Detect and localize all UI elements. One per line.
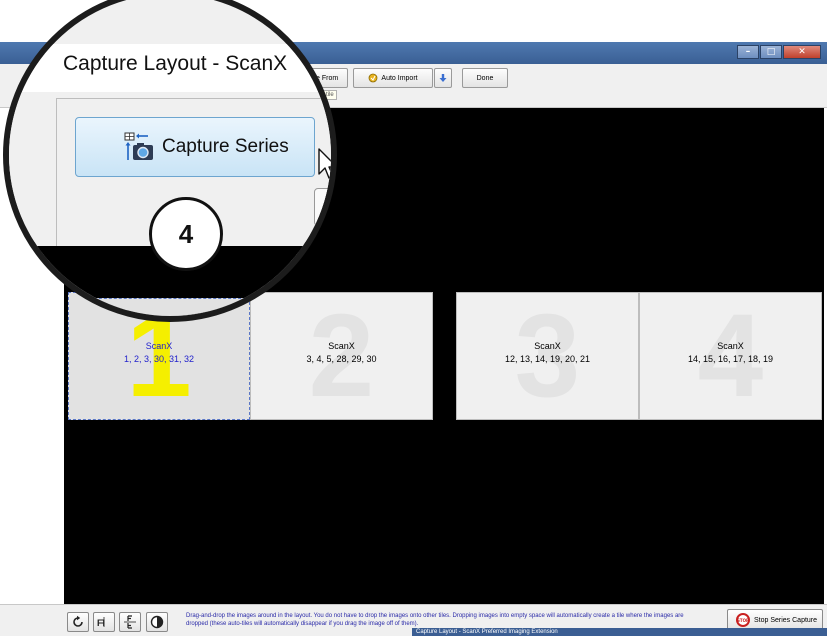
tile-name: ScanX — [145, 341, 173, 351]
done-button[interactable]: Done — [462, 68, 508, 88]
done-label: Done — [476, 74, 494, 82]
auto-import-dropdown-button[interactable] — [434, 68, 452, 88]
flip-horizontal-icon: F F — [97, 617, 105, 628]
tile-3[interactable]: 3 ScanX 12, 13, 14, 19, 20, 21 — [456, 292, 639, 420]
tile-name: ScanX — [534, 341, 561, 351]
invert-button[interactable] — [146, 612, 168, 632]
tile-teeth: 3, 4, 5, 28, 29, 30 — [306, 354, 377, 364]
mouse-cursor-icon — [318, 148, 331, 179]
tile-teeth: 12, 13, 14, 19, 20, 21 — [504, 354, 591, 364]
rotate-icon — [73, 615, 83, 627]
instructions-line-2: dropped (these auto-tiles will automatic… — [186, 621, 419, 627]
minimize-button[interactable]: – — [737, 45, 759, 59]
svg-text:F: F — [99, 618, 105, 628]
step-number-badge: 4 — [149, 197, 223, 271]
window-controls: – □ ✕ — [737, 45, 821, 59]
maximize-button[interactable]: □ — [760, 45, 782, 59]
window-title: Capture Layout - ScanX — [63, 52, 288, 75]
close-button[interactable]: ✕ — [783, 45, 821, 59]
instructions-line-1: Drag-and-drop the images around in the l… — [186, 613, 684, 619]
stop-series-capture-label: Stop Series Capture — [754, 616, 818, 624]
capture-series-icon — [124, 132, 153, 160]
capture-series-button[interactable]: Capture Series — [75, 117, 315, 177]
auto-import-icon — [369, 73, 378, 83]
flip-vertical-icon — [124, 615, 136, 629]
tile-name: ScanX — [717, 341, 744, 351]
capture-series-label: Capture Series — [162, 136, 289, 157]
magnifier-callout: Capture Layout - ScanX Capture Series — [3, 0, 337, 322]
tile-teeth: 14, 15, 16, 17, 18, 19 — [687, 354, 774, 364]
invert-icon — [150, 615, 164, 629]
arrow-down-icon — [439, 74, 447, 82]
tile-4[interactable]: 4 ScanX 14, 15, 16, 17, 18, 19 — [639, 292, 822, 420]
auto-import-label: Auto Import — [381, 74, 418, 82]
tile-teeth: 1, 2, 3, 30, 31, 32 — [123, 354, 195, 364]
rotate-button[interactable] — [67, 612, 89, 632]
auto-import-button[interactable]: Auto Import — [353, 68, 433, 88]
taskbar-item[interactable]: Capture Layout - ScanX Preferred Imaging… — [412, 628, 827, 636]
tile-name: ScanX — [328, 341, 355, 351]
flip-vertical-button[interactable] — [119, 612, 141, 632]
stop-icon: STOP — [736, 613, 750, 627]
flip-horizontal-button[interactable]: F F — [93, 612, 115, 632]
instructions-text: Drag-and-drop the images around in the l… — [186, 612, 726, 628]
